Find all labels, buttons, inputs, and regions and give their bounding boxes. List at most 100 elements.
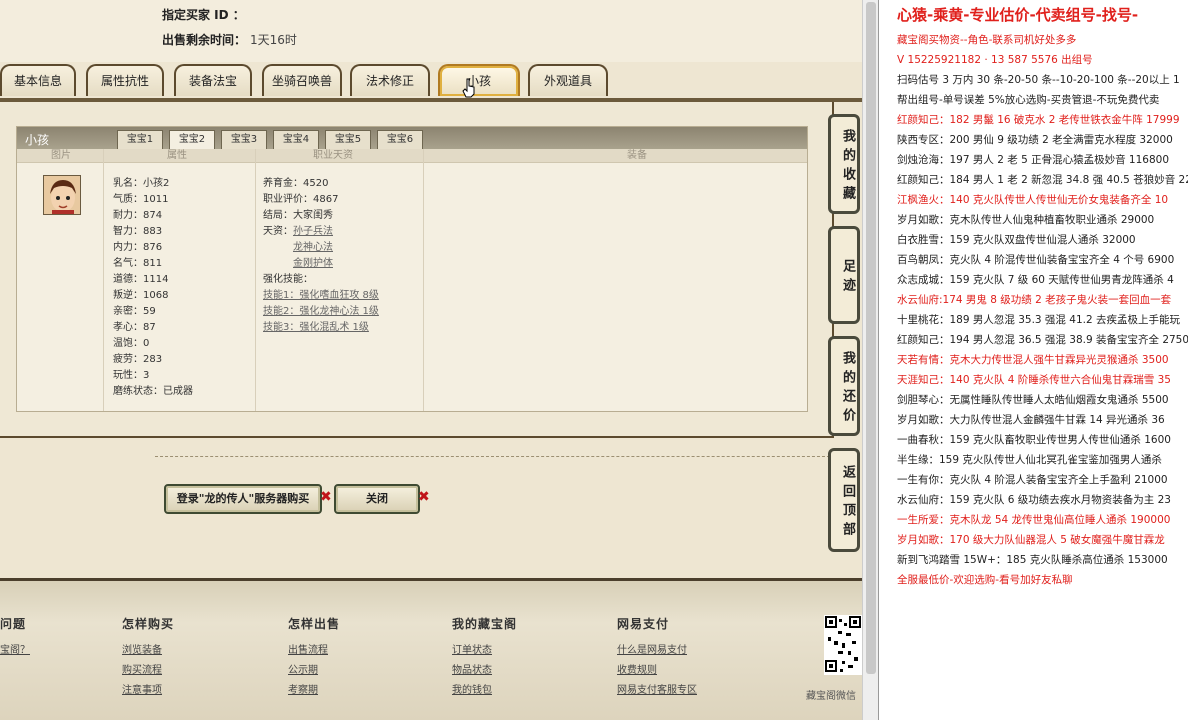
attr-morality: 道德：1114: [113, 274, 169, 285]
footer-link[interactable]: 宝阁？: [0, 641, 30, 656]
footer-link[interactable]: 网易支付客服专区: [617, 681, 697, 696]
login-buy-button[interactable]: 登录"龙的传人"服务器购买: [164, 484, 322, 514]
column-divider: [103, 149, 104, 411]
scrollbar-thumb[interactable]: [866, 2, 876, 674]
skill-link[interactable]: 技能2：强化龙神心法 1级: [263, 304, 379, 320]
tab-mounts[interactable]: 坐骑召唤兽: [262, 64, 342, 96]
footer-link[interactable]: 浏览装备: [122, 641, 162, 656]
subtab-baby5[interactable]: 宝宝5: [325, 130, 371, 149]
doc-line: 天涯知己：140 克火队 4 阶睡杀传世六合仙鬼甘霖瑞雪 35: [897, 374, 1171, 386]
qr-label: 藏宝阁微信: [806, 691, 856, 702]
subtab-baby4[interactable]: 宝宝4: [273, 130, 319, 149]
dashed-divider: [155, 456, 835, 457]
nurture-gold: 养育金：4520: [263, 178, 329, 189]
remaining-time-label: 出售剩余时间：: [162, 33, 247, 47]
doc-line: 岁月如歌：大力队传世混人金麟强牛甘霖 14 异光通杀 36: [897, 414, 1165, 426]
remaining-time-value: 1天16时: [250, 33, 297, 47]
career-evaluation: 职业评价：4867: [263, 194, 339, 205]
cbg-page: 指定买家 ID ： 出售剩余时间： 1天16时 基本信息 属性抗性 装备法宝 坐…: [0, 0, 862, 720]
doc-line: 剑胆琴心：无属性睡队传世睡人太皓仙烟霞女鬼通杀 5500: [897, 394, 1169, 406]
child-box-title: 小孩: [25, 133, 50, 147]
attr-stamina: 耐力：874: [113, 210, 163, 221]
doc-line: 岁月如歌：克木队传世人仙鬼种植畜牧职业通杀 29000: [897, 214, 1155, 226]
child-avatar: [43, 175, 81, 215]
talent-link[interactable]: 孙子兵法: [293, 224, 333, 240]
column-divider: [423, 149, 424, 411]
footer-link[interactable]: 物品状态: [452, 661, 492, 676]
tab-spell-correction[interactable]: 法术修正: [350, 64, 430, 96]
subtab-baby3[interactable]: 宝宝3: [221, 130, 267, 149]
talent-label: 天资：: [263, 226, 293, 237]
side-nav-my-bargains[interactable]: 我的还价: [828, 336, 860, 436]
child-portrait-icon: [44, 176, 80, 214]
doc-line: 十里桃花：189 男人忽混 35.3 强混 41.2 去疾孟极上手能玩: [897, 314, 1180, 326]
doc-line: 白衣胜雪：159 克火队双盘传世仙混人通杀 32000: [897, 234, 1136, 246]
footer-link[interactable]: 订单状态: [452, 641, 492, 656]
footer-link[interactable]: 收费规则: [617, 661, 657, 676]
footer-link[interactable]: 公示期: [288, 661, 318, 676]
site-footer: 问题 怎样购买 怎样出售 我的藏宝阁 网易支付 宝阁？ 浏览装备 购买流程 注意…: [0, 578, 862, 720]
doc-line: 一生有你：克火队 4 阶混人装备宝宝齐全上手盈利 21000: [897, 474, 1168, 486]
skill-link[interactable]: 技能1：强化嗜血狂攻 8级: [263, 288, 379, 304]
footer-link[interactable]: 购买流程: [122, 661, 162, 676]
attr-playfulness: 玩性：3: [113, 370, 150, 381]
footer-link[interactable]: 什么是网易支付: [617, 641, 687, 656]
doc-line: 红颜知己：184 男人 1 老 2 新忽混 34.8 强 40.5 苍狼妙音 2…: [897, 174, 1188, 186]
attr-temperament: 气质：1011: [113, 194, 169, 205]
side-nav-back-to-top[interactable]: 返回顶部: [828, 448, 860, 552]
close-button[interactable]: 关闭: [334, 484, 420, 514]
doc-line: 新到飞鸿踏雪 15W+：185 克火队睡杀高位通杀 153000: [897, 554, 1168, 566]
skill-link[interactable]: 技能3：强化混乱术 1级: [263, 320, 369, 336]
attr-inner-power: 内力：876: [113, 242, 163, 253]
talent-link[interactable]: 金刚护体: [293, 256, 333, 272]
col-equipment: 装备: [627, 150, 647, 161]
tab-attributes[interactable]: 属性抗性: [86, 64, 164, 96]
side-nav: 我的收藏 足迹 我的还价 返回顶部: [828, 108, 862, 558]
page-scrollbar[interactable]: [862, 0, 878, 720]
footer-link[interactable]: 注意事项: [122, 681, 162, 696]
col-career-talent: 职业天资: [313, 150, 353, 161]
tab-appearance[interactable]: 外观道具: [528, 64, 608, 96]
ending: 结局：大家闺秀: [263, 210, 333, 221]
attr-intellect: 智力：883: [113, 226, 163, 237]
doc-line: 江枫渔火：140 克火队传世人传世仙无价女鬼装备齐全 10: [897, 194, 1169, 206]
doc-line: V 15225921182 · 13 587 5576 出组号: [897, 54, 1093, 66]
column-divider: [255, 149, 256, 411]
col-picture: 图片: [51, 150, 71, 161]
subtab-baby1[interactable]: 宝宝1: [117, 130, 163, 149]
sale-info: 指定买家 ID ： 出售剩余时间： 1天16时: [0, 0, 862, 62]
doc-line: 天若有情：克木大力传世混人强牛甘霖异光灵猴通杀 3500: [897, 354, 1169, 366]
footer-link[interactable]: 我的钱包: [452, 681, 492, 696]
doc-line: 众志成城：159 克火队 7 级 60 天赋传世仙男青龙阵通杀 4: [897, 274, 1174, 286]
child-panel: 小孩 宝宝1 宝宝2 宝宝3 宝宝4 宝宝5 宝宝6 图片 属性 职业天资 装备: [0, 102, 834, 438]
subtab-baby2[interactable]: 宝宝2: [169, 130, 215, 149]
tab-child[interactable]: 小孩: [438, 64, 520, 96]
attr-name: 乳名：小孩2: [113, 178, 170, 189]
tab-equipment[interactable]: 装备法宝: [174, 64, 252, 96]
doc-line: 一曲春秋：159 克火队畜牧职业传世男人传世仙通杀 1600: [897, 434, 1171, 446]
doc-line: 半生缘：159 克火队传世人仙北冥孔雀宝鉴加强男人通杀: [897, 454, 1162, 466]
footer-heading-how-to-sell: 怎样出售: [288, 617, 341, 631]
doc-line: 帮出组号-单号误差 5%放心选购-买贵管退-不玩免费代卖: [897, 94, 1160, 106]
footer-link[interactable]: 出售流程: [288, 641, 328, 656]
doc-line: 红颜知己：194 男人忽混 36.5 强混 38.9 装备宝宝齐全 2750: [897, 334, 1188, 346]
doc-line: 百鸟朝凤：克火队 4 阶混传世仙装备宝宝齐全 4 个号 6900: [897, 254, 1175, 266]
side-nav-favorites[interactable]: 我的收藏: [828, 114, 860, 214]
child-box-header: 小孩 宝宝1 宝宝2 宝宝3 宝宝4 宝宝5 宝宝6: [17, 127, 807, 149]
doc-line: 水云仙府:174 男鬼 8 级功绩 2 老孩子鬼火装一套回血一套: [897, 294, 1172, 306]
talent-link[interactable]: 龙神心法: [293, 240, 333, 256]
doc-line: 陕西专区：200 男仙 9 级功绩 2 老全满雷克水程度 32000: [897, 134, 1173, 146]
doc-line: 一生所爱：克木队龙 54 龙传世鬼仙高位睡人通杀 190000: [897, 514, 1171, 526]
column-headers: 图片 属性 职业天资 装备: [17, 149, 807, 163]
child-box: 小孩 宝宝1 宝宝2 宝宝3 宝宝4 宝宝5 宝宝6 图片 属性 职业天资 装备: [16, 126, 808, 412]
tab-basic-info[interactable]: 基本信息: [0, 64, 76, 96]
attr-rebellion: 叛逆：1068: [113, 290, 169, 301]
red-x-icon: ✖: [320, 489, 332, 505]
attr-fame: 名气：811: [113, 258, 163, 269]
doc-line: 剑烛沧海：197 男人 2 老 5 正骨混心猿孟极妙音 116800: [897, 154, 1170, 166]
attr-fullness: 温饱：0: [113, 338, 150, 349]
footer-link[interactable]: 考察期: [288, 681, 318, 696]
subtab-baby6[interactable]: 宝宝6: [377, 130, 423, 149]
side-nav-footprints[interactable]: 足迹: [828, 226, 860, 324]
hand-cursor-icon: [462, 78, 475, 98]
